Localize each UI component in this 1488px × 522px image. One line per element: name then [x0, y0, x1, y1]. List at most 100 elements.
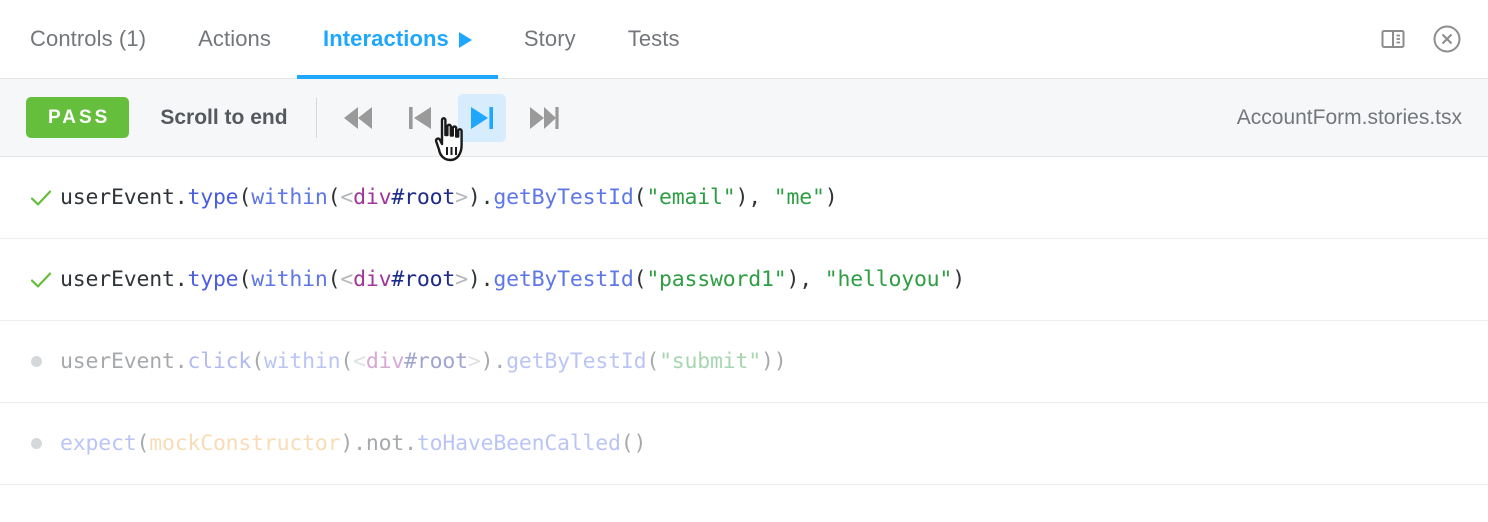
code-token: (	[327, 267, 341, 292]
code-token: userEvent	[60, 267, 175, 292]
interactions-toolbar: PASS Scroll to end AccountForm.stories.t…	[0, 79, 1488, 161]
panel-tabbar: Controls (1) Actions Interactions Story Test…	[0, 0, 1488, 79]
play-icon	[458, 31, 472, 48]
code-token: .	[404, 431, 417, 456]
code-token: (	[633, 185, 647, 210]
code-token: div	[353, 267, 392, 292]
code-token: #root	[404, 349, 468, 374]
fast-forward-button[interactable]	[520, 94, 568, 142]
playback-controls	[327, 93, 575, 161]
code-token: toHaveBeenCalled	[416, 431, 621, 456]
code-token: "submit"	[659, 349, 762, 374]
tab-label: Tests	[627, 26, 680, 51]
tab-label: Story	[523, 26, 576, 51]
code-token: within	[263, 349, 341, 374]
check-icon	[28, 267, 60, 293]
rewind-button[interactable]	[334, 94, 382, 142]
dot-icon	[28, 438, 60, 449]
interaction-row[interactable]: userEvent.type(within(<div#root>).getByT…	[0, 239, 1488, 321]
code-token: .	[353, 431, 366, 456]
code-token: type	[187, 185, 239, 210]
scroll-to-end-label[interactable]: Scroll to end	[160, 106, 287, 130]
step-back-button[interactable]	[396, 94, 444, 142]
code-token: div	[353, 185, 392, 210]
code-token: "me"	[773, 185, 825, 210]
interaction-code: userEvent.click(within(<div#root>).getBy…	[60, 349, 787, 374]
code-token: type	[187, 267, 239, 292]
code-token: (	[646, 349, 660, 374]
tab-label: Interactions	[322, 26, 449, 51]
code-token: (	[238, 267, 252, 292]
story-filename: AccountForm.stories.tsx	[1236, 105, 1462, 129]
interaction-code: expect(mockConstructor).not.toHaveBeenCa…	[60, 431, 646, 456]
code-token: .	[493, 349, 507, 374]
code-token: ))	[761, 349, 787, 374]
tab-interactions[interactable]: Interactions	[296, 0, 498, 79]
code-token: .	[174, 349, 188, 374]
code-token: expect	[60, 431, 137, 456]
interaction-code: userEvent.type(within(<div#root>).getByT…	[60, 185, 838, 210]
code-token: mockConstructor	[149, 431, 341, 456]
code-token: )	[467, 185, 481, 210]
code-token: ),	[735, 185, 774, 210]
code-token: .	[174, 185, 188, 210]
code-token: (	[136, 431, 150, 456]
code-token: ()	[620, 431, 647, 456]
tab-tests[interactable]: Tests	[602, 0, 706, 78]
code-token: (	[238, 185, 252, 210]
interaction-row[interactable]: expect(mockConstructor).not.toHaveBeenCa…	[0, 403, 1488, 485]
code-token: getByTestId	[493, 185, 634, 210]
code-token: .	[480, 185, 494, 210]
code-token: )	[340, 431, 354, 456]
code-token: >	[467, 349, 481, 374]
code-token: (	[327, 185, 341, 210]
interaction-list: userEvent.type(within(<div#root>).getByT…	[0, 157, 1488, 522]
status-badge: PASS	[26, 97, 130, 138]
tab-label: Controls (1)	[30, 26, 147, 51]
code-token: >	[455, 185, 468, 210]
pending-dot	[31, 438, 42, 449]
code-token: getByTestId	[506, 349, 647, 374]
close-circle-icon[interactable]	[1432, 24, 1462, 54]
code-token: )	[824, 185, 838, 210]
interaction-row[interactable]: userEvent.click(within(<div#root>).getBy…	[0, 321, 1488, 403]
check-icon	[28, 185, 60, 211]
code-token: within	[251, 267, 328, 292]
toolbar-divider	[315, 97, 317, 138]
code-token: <	[353, 349, 366, 374]
code-token: (	[251, 349, 264, 374]
code-token: "email"	[646, 185, 736, 210]
code-token: userEvent	[60, 185, 175, 210]
code-token: div	[365, 349, 405, 374]
code-token: getByTestId	[493, 267, 634, 292]
code-token: (	[633, 267, 647, 292]
code-token: >	[455, 267, 468, 292]
interaction-code: userEvent.type(within(<div#root>).getByT…	[60, 267, 965, 292]
code-token: #root	[391, 185, 456, 210]
code-token: ),	[786, 267, 825, 292]
sidebar-layout-icon[interactable]	[1380, 26, 1406, 52]
tab-actions[interactable]: Actions	[172, 0, 297, 78]
pending-dot	[31, 356, 42, 367]
code-token: userEvent	[60, 349, 175, 374]
interaction-row[interactable]: userEvent.type(within(<div#root>).getByT…	[0, 157, 1488, 239]
tab-list: Controls (1) Actions Interactions Story Test…	[4, 0, 1380, 79]
code-token: click	[187, 349, 252, 374]
code-token: )	[480, 349, 494, 374]
code-token: "helloyou"	[824, 267, 953, 292]
code-token: "password1"	[646, 267, 787, 292]
step-forward-button[interactable]	[457, 93, 506, 142]
code-token: <	[340, 267, 354, 292]
code-token: .	[174, 267, 188, 292]
code-token: #root	[391, 267, 456, 292]
code-token: (	[340, 349, 354, 374]
code-token: not	[365, 431, 405, 456]
tab-label: Actions	[198, 26, 271, 51]
code-token: <	[340, 185, 354, 210]
code-token: )	[467, 267, 481, 292]
tab-controls-1[interactable]: Controls (1)	[4, 0, 172, 78]
tabbar-actions	[1380, 0, 1488, 78]
code-token: within	[251, 185, 328, 210]
tab-story[interactable]: Story	[498, 0, 602, 78]
code-token: )	[952, 267, 965, 292]
